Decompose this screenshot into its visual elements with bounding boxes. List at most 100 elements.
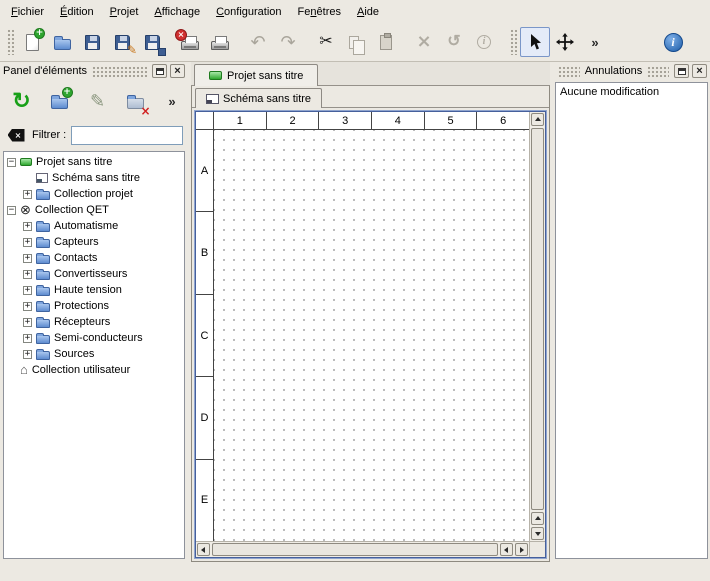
tree-item[interactable]: Sources [4, 346, 184, 362]
pan-mode-button[interactable] [550, 27, 580, 57]
undo-panel-drag-handle[interactable] [647, 66, 669, 77]
save-all-button[interactable] [137, 27, 167, 57]
undo-panel-close-button[interactable] [692, 64, 707, 78]
tree-item[interactable]: Haute tension [4, 282, 184, 298]
vertical-scroll-thumb[interactable] [531, 128, 544, 510]
scroll-right-button[interactable] [515, 543, 528, 556]
tree-item[interactable]: Schéma sans titre [4, 170, 184, 186]
paste-button[interactable] [371, 27, 401, 57]
filter-input[interactable] [71, 126, 183, 145]
tree-item[interactable]: Capteurs [4, 234, 184, 250]
collapse-icon[interactable] [7, 206, 16, 215]
project-tab[interactable]: Projet sans titre [194, 64, 318, 86]
tools-toolbar-drag-handle[interactable] [510, 29, 517, 55]
print-button[interactable] [205, 27, 235, 57]
cut-button[interactable] [311, 27, 341, 57]
toolbar-overflow-button[interactable]: » [580, 27, 610, 57]
expand-icon[interactable] [23, 222, 32, 231]
edit-element-button[interactable] [82, 86, 113, 117]
horizontal-scroll-thumb[interactable] [212, 543, 498, 556]
scroll-down-button[interactable] [531, 527, 544, 540]
grid-canvas[interactable] [214, 130, 529, 541]
expand-icon[interactable] [23, 318, 32, 327]
undo-panel-drag-handle[interactable] [558, 66, 580, 77]
new-file-button[interactable] [17, 27, 47, 57]
rotate-icon [447, 34, 460, 50]
folder-icon [36, 351, 50, 360]
tree-item-label: Collection utilisateur [32, 364, 130, 376]
menu-fenetres[interactable]: Fenêtres [290, 2, 349, 22]
element-info-button[interactable] [469, 27, 499, 57]
delete-element-button[interactable] [120, 86, 151, 117]
tree-item[interactable]: Récepteurs [4, 314, 184, 330]
delete-button[interactable] [409, 27, 439, 57]
rotate-button[interactable] [439, 27, 469, 57]
undo-history-list[interactable]: Aucune modification [555, 82, 708, 559]
scroll-up-button[interactable] [531, 512, 544, 525]
diagram-sheet-area[interactable]: 1 2 3 4 5 6 A B C D [196, 112, 529, 541]
clear-filter-button[interactable] [5, 126, 27, 144]
elements-tree: Projet sans titre Schéma sans titre Coll… [3, 151, 185, 559]
save-button[interactable] [77, 27, 107, 57]
expand-icon[interactable] [23, 334, 32, 343]
tree-item-label: Sources [54, 348, 94, 360]
menu-affichage[interactable]: Affichage [146, 2, 208, 22]
redo-button[interactable] [273, 27, 303, 57]
reload-collections-button[interactable] [6, 86, 37, 117]
redo-icon [280, 33, 295, 51]
menu-fichier[interactable]: Fichier [3, 2, 52, 22]
expand-icon[interactable] [23, 350, 32, 359]
new-element-button[interactable] [44, 86, 75, 117]
open-file-button[interactable] [47, 27, 77, 57]
scroll-left-button[interactable] [197, 543, 210, 556]
selection-mode-button[interactable] [520, 27, 550, 57]
diagram-view[interactable]: 1 2 3 4 5 6 A B C D [195, 111, 546, 558]
elements-panel-drag-handle[interactable] [92, 66, 147, 77]
qet-collection-icon [20, 204, 31, 216]
tree-item[interactable]: Protections [4, 298, 184, 314]
expand-icon[interactable] [23, 238, 32, 247]
menu-edition[interactable]: Édition [52, 2, 102, 22]
tree-item[interactable]: Automatisme [4, 218, 184, 234]
about-button[interactable] [658, 27, 688, 57]
scroll-left-button[interactable] [500, 543, 513, 556]
ruler-corner [196, 112, 214, 130]
tree-item-label: Semi-conducteurs [54, 332, 143, 344]
menu-configuration[interactable]: Configuration [208, 2, 289, 22]
tree-item[interactable]: Contacts [4, 250, 184, 266]
expand-icon[interactable] [23, 254, 32, 263]
delete-icon [416, 33, 431, 51]
dock-area: Panel d'éléments » Filtrer : Projet sans… [0, 62, 710, 562]
vertical-scrollbar[interactable] [529, 112, 545, 541]
tree-item[interactable]: Collection utilisateur [4, 362, 184, 378]
undo-panel-float-button[interactable] [674, 64, 689, 78]
expand-icon[interactable] [23, 302, 32, 311]
elements-panel-close-button[interactable] [170, 64, 185, 78]
panel-overflow-button[interactable]: » [162, 86, 182, 116]
tree-item[interactable]: Semi-conducteurs [4, 330, 184, 346]
close-icon [174, 66, 180, 77]
expand-icon[interactable] [23, 270, 32, 279]
schema-tab[interactable]: Schéma sans titre [195, 88, 322, 108]
collapse-icon[interactable] [7, 158, 16, 167]
save-as-button[interactable] [107, 27, 137, 57]
menu-aide[interactable]: Aide [349, 2, 387, 22]
undo-button[interactable] [243, 27, 273, 57]
tree-item[interactable]: Collection projet [4, 186, 184, 202]
home-icon [20, 364, 28, 376]
refresh-icon [12, 90, 30, 112]
tree-item[interactable]: Projet sans titre [4, 154, 184, 170]
schema-tab-label: Schéma sans titre [223, 93, 311, 105]
toolbar-drag-handle[interactable] [7, 29, 14, 55]
copy-button[interactable] [341, 27, 371, 57]
horizontal-scrollbar[interactable] [196, 541, 529, 557]
elements-panel-float-button[interactable] [152, 64, 167, 78]
scroll-up-button[interactable] [531, 113, 544, 126]
close-file-button[interactable] [175, 27, 205, 57]
menu-projet[interactable]: Projet [102, 2, 147, 22]
expand-icon[interactable] [23, 286, 32, 295]
schema-tabbar: Schéma sans titre [192, 86, 549, 108]
tree-item[interactable]: Convertisseurs [4, 266, 184, 282]
expand-icon[interactable] [23, 190, 32, 199]
tree-item[interactable]: Collection QET [4, 202, 184, 218]
